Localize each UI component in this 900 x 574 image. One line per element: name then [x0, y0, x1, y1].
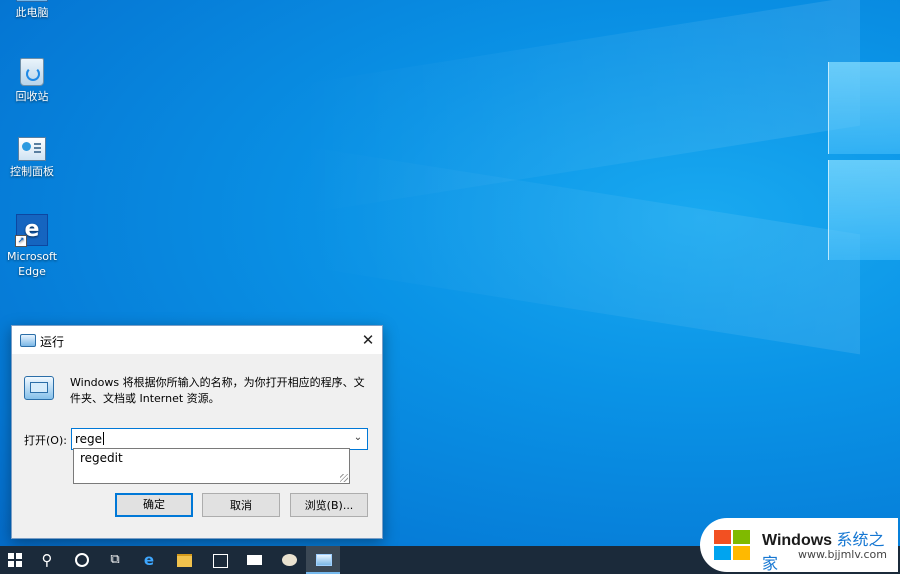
- run-icon: [20, 334, 36, 347]
- desktop-icon-recycle-bin[interactable]: 回收站: [0, 58, 64, 104]
- autocomplete-item-regedit[interactable]: regedit: [80, 451, 123, 465]
- taskbar-run[interactable]: [306, 546, 340, 574]
- watermark-url: www.bjjmlv.com: [798, 548, 887, 561]
- task-view-icon: ⧉: [110, 552, 120, 567]
- light-beam: [300, 0, 860, 215]
- taskbar-file-explorer[interactable]: [167, 546, 201, 574]
- windows-start-icon: [8, 553, 22, 567]
- light-beam: [300, 145, 860, 355]
- start-button[interactable]: [0, 546, 34, 574]
- run-icon: [316, 554, 332, 566]
- taskbar-control-panel[interactable]: [272, 546, 306, 574]
- windows-logo-icon: [714, 530, 754, 562]
- desktop-icon-edge[interactable]: e ↗ Microsoft Edge: [0, 214, 64, 279]
- run-program-icon: [24, 376, 54, 400]
- chevron-down-icon[interactable]: ⌄: [349, 429, 367, 449]
- resize-grip-icon[interactable]: [340, 474, 348, 482]
- shortcut-arrow-icon: ↗: [15, 235, 27, 247]
- mail-icon: [247, 555, 262, 565]
- desktop-icon-control-panel[interactable]: 控制面板: [0, 137, 64, 179]
- search-icon: ⚲: [41, 551, 53, 569]
- close-button[interactable]: ✕: [354, 326, 382, 354]
- autocomplete-list: regedit: [73, 448, 350, 484]
- desktop-icon-label: 此电脑: [15, 6, 49, 19]
- search-button[interactable]: ⚲: [30, 546, 64, 574]
- desktop-icon-label: Microsoft Edge: [6, 250, 58, 278]
- recycle-bin-icon: [20, 58, 44, 86]
- desktop: 此电脑 回收站 控制面板 e ↗ Microsoft Edge 运行 ✕ Wind…: [0, 0, 900, 574]
- dialog-title: 运行: [40, 335, 65, 349]
- dialog-titlebar[interactable]: 运行 ✕: [12, 326, 382, 354]
- watermark: Windows 系统之家 www.bjjmlv.com: [700, 518, 898, 573]
- edge-icon: e: [143, 551, 155, 569]
- desktop-icon-label: 控制面板: [10, 165, 54, 178]
- store-icon: [213, 554, 228, 568]
- taskbar-edge[interactable]: e: [132, 546, 166, 574]
- taskbar-store[interactable]: [202, 546, 236, 574]
- taskbar-mail[interactable]: [237, 546, 271, 574]
- computer-icon: [16, 0, 48, 2]
- desktop-icon-this-pc[interactable]: 此电脑: [0, 0, 64, 20]
- dialog-description: Windows 将根据你所输入的名称，为你打开相应的程序、文件夹、文档或 Int…: [70, 376, 365, 405]
- cortana-icon: [75, 553, 89, 567]
- wallpaper-windows-logo: [828, 50, 900, 262]
- open-label: 打开(O):: [24, 434, 67, 447]
- cancel-button[interactable]: 取消: [202, 493, 280, 517]
- edge-icon: e ↗: [15, 214, 48, 247]
- open-input[interactable]: rege: [75, 432, 104, 446]
- open-combobox[interactable]: rege ⌄: [71, 428, 368, 450]
- cortana-button[interactable]: [64, 546, 98, 574]
- desktop-icon-label: 回收站: [15, 90, 49, 103]
- ok-button[interactable]: 确定: [115, 493, 193, 517]
- folder-icon: [177, 554, 192, 567]
- control-panel-icon: [18, 137, 46, 161]
- browse-button[interactable]: 浏览(B)...: [290, 493, 368, 517]
- control-panel-icon: [282, 554, 297, 566]
- watermark-title-en: Windows: [762, 532, 833, 549]
- task-view-button[interactable]: ⧉: [98, 546, 132, 574]
- run-dialog: 运行 ✕ Windows 将根据你所输入的名称，为你打开相应的程序、文件夹、文档…: [11, 325, 383, 539]
